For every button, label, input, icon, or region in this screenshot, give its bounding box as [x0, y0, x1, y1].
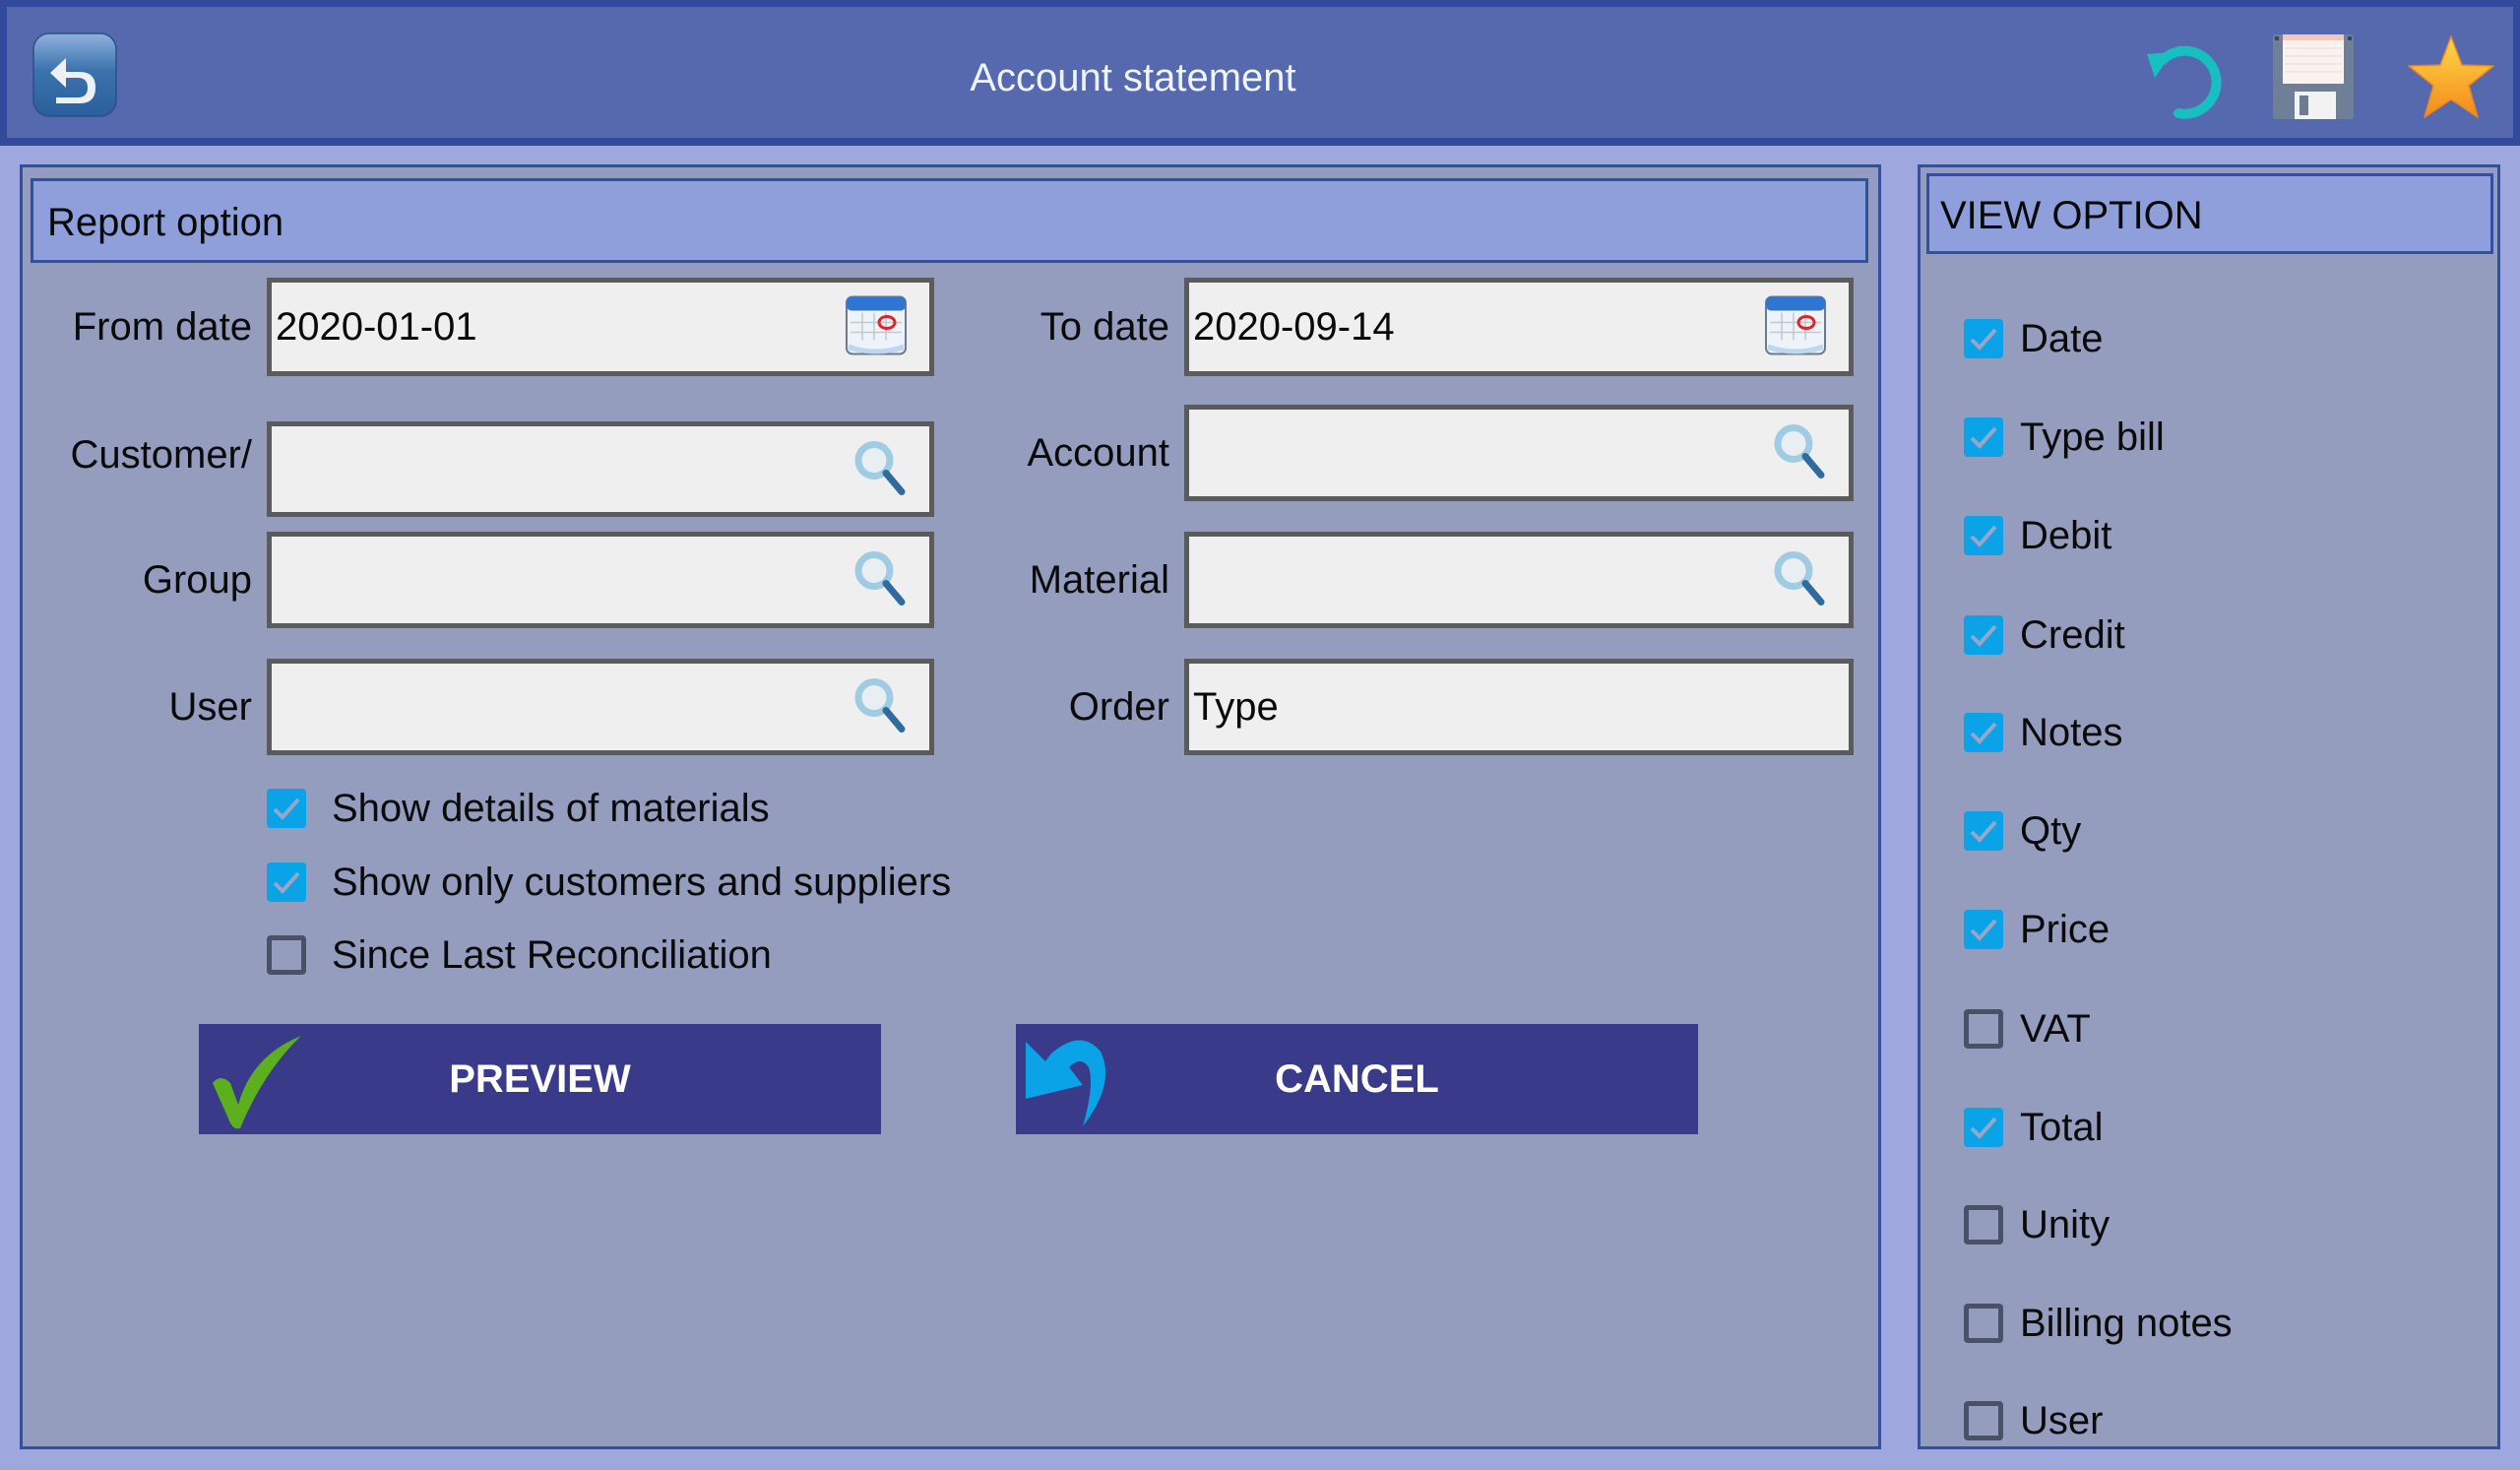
checkbox-label[interactable]: Credit [2020, 613, 2125, 658]
checkbox-label[interactable]: Notes [2020, 711, 2123, 755]
order-field[interactable]: Type [1184, 659, 1854, 755]
checkbox-label[interactable]: Qty [2020, 809, 2081, 854]
account-label: Account [1027, 431, 1169, 475]
view-option-header: VIEW OPTION [1926, 173, 2493, 254]
calendar-icon[interactable] [1760, 289, 1831, 365]
order-value[interactable]: Type [1193, 664, 1279, 750]
checkbox-checked[interactable] [1964, 615, 2003, 655]
cancel-label: CANCEL [1275, 1056, 1439, 1101]
group-label: Group [142, 558, 252, 602]
checkbox-unchecked[interactable] [1964, 1205, 2003, 1245]
checkbox-label[interactable]: Price [2020, 908, 2110, 952]
checkbox-unchecked[interactable] [1964, 1304, 2003, 1343]
checkbox-label[interactable]: Show details of materials [332, 787, 770, 831]
refresh-icon [2147, 45, 2222, 119]
to-date-field[interactable]: 2020-09-14 [1184, 278, 1854, 376]
report-option-header: Report option [31, 178, 1868, 263]
checkbox-unchecked[interactable] [267, 935, 306, 975]
check-icon [1970, 722, 1997, 744]
search-icon[interactable] [1770, 547, 1829, 613]
user-field[interactable] [267, 659, 934, 755]
check-icon [1970, 1117, 1997, 1139]
search-icon[interactable] [1770, 420, 1829, 486]
material-field[interactable] [1184, 532, 1854, 628]
check-icon [273, 871, 300, 894]
checkbox-label[interactable]: Show only customers and suppliers [332, 861, 951, 905]
search-icon[interactable] [850, 547, 910, 613]
calendar-icon[interactable] [841, 289, 912, 365]
preview-label: PREVIEW [449, 1056, 631, 1101]
check-icon [1970, 328, 1997, 351]
title-bar: Account statement [0, 0, 2520, 146]
checkbox-label[interactable]: VAT [2020, 1007, 2091, 1052]
checkbox-checked[interactable] [1964, 319, 2003, 358]
checkbox-checked[interactable] [1964, 713, 2003, 752]
preview-button[interactable]: PREVIEW [199, 1024, 881, 1134]
material-label: Material [1029, 558, 1169, 602]
checkbox-label[interactable]: Debit [2020, 514, 2111, 558]
floppy-disk-icon [2273, 34, 2354, 119]
user-label: User [168, 685, 252, 729]
refresh-button[interactable] [2133, 34, 2228, 123]
from-date-label: From date [72, 305, 252, 349]
checkbox-checked[interactable] [267, 863, 306, 902]
checkbox-checked[interactable] [1964, 516, 2003, 555]
checkbox-label[interactable]: Billing notes [2020, 1302, 2233, 1346]
checkbox-label[interactable]: Since Last Reconciliation [332, 933, 772, 978]
view-option-title: VIEW OPTION [1940, 194, 2203, 237]
search-icon[interactable] [850, 674, 910, 740]
favorite-button[interactable] [2405, 32, 2497, 121]
check-icon [1970, 919, 1997, 941]
from-date-field[interactable]: 2020-01-01 [267, 278, 934, 376]
to-date-value[interactable]: 2020-09-14 [1193, 283, 1395, 371]
customer-label: Customer/ [70, 433, 253, 477]
star-icon [2408, 35, 2494, 118]
checkbox-label[interactable]: Unity [2020, 1203, 2110, 1247]
checkbox-label[interactable]: Type bill [2020, 415, 2165, 460]
cancel-button[interactable]: CANCEL [1016, 1024, 1698, 1134]
search-icon[interactable] [850, 436, 910, 502]
report-option-title: Report option [47, 201, 284, 244]
checkbox-unchecked[interactable] [1964, 1401, 2003, 1440]
page-title: Account statement [970, 56, 1296, 99]
checkbox-label[interactable]: Date [2020, 317, 2104, 361]
customer-field[interactable] [267, 421, 934, 517]
group-field[interactable] [267, 532, 934, 628]
account-field[interactable] [1184, 405, 1854, 501]
check-icon [273, 798, 300, 820]
check-icon [1970, 525, 1997, 547]
checkbox-checked[interactable] [1964, 417, 2003, 457]
checkbox-checked[interactable] [1964, 1108, 2003, 1147]
from-date-value[interactable]: 2020-01-01 [276, 283, 477, 371]
view-option-panel [1918, 164, 2500, 1449]
checkbox-checked[interactable] [1964, 910, 2003, 949]
check-icon [1970, 624, 1997, 647]
order-label: Order [1068, 685, 1169, 729]
checkbox-label[interactable]: User [2020, 1399, 2103, 1443]
to-date-label: To date [1040, 305, 1169, 349]
checkbox-unchecked[interactable] [1964, 1009, 2003, 1049]
check-icon [1970, 820, 1997, 843]
check-icon [1970, 426, 1997, 449]
checkbox-label[interactable]: Total [2020, 1106, 2104, 1150]
save-button[interactable] [2269, 31, 2358, 123]
checkbox-checked[interactable] [267, 789, 306, 828]
checkbox-checked[interactable] [1964, 811, 2003, 851]
